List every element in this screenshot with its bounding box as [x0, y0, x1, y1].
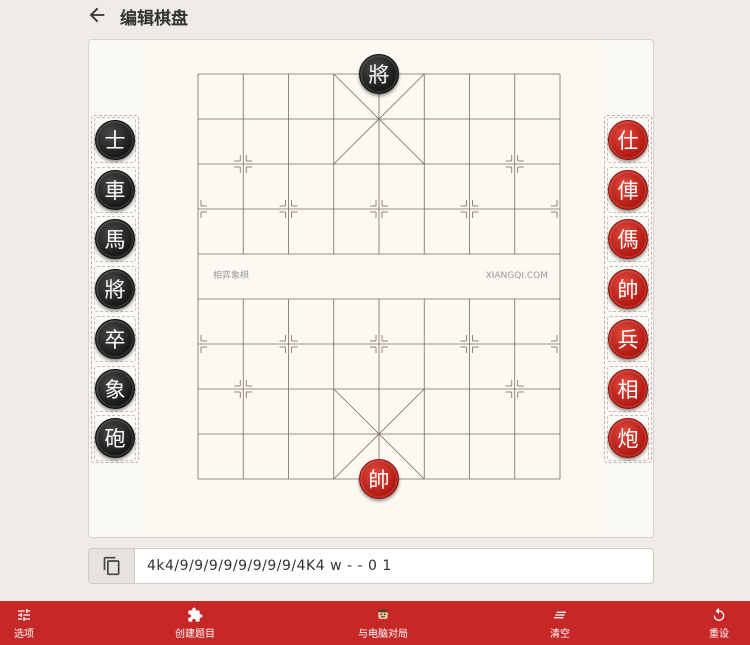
tray-slot: 砲 — [94, 415, 136, 462]
options-label: 选项 — [14, 628, 34, 640]
tray-slot: 傌 — [607, 216, 649, 263]
board-panel: 相弈象棋 XIANGQI.COM 將帥 — [88, 39, 654, 538]
tray-slot: 象 — [94, 365, 136, 412]
tray-slot: 仕 — [607, 117, 649, 163]
tray-slot: 馬 — [94, 216, 136, 263]
tray-piece-red[interactable]: 炮 — [608, 418, 648, 459]
tray-slot: 相 — [607, 365, 649, 412]
watermark-right: XIANGQI.COM — [486, 271, 548, 281]
tray-slot: 將 — [94, 266, 136, 313]
tray-piece-red[interactable]: 傌 — [608, 219, 648, 260]
tray-piece-red[interactable]: 仕 — [608, 120, 648, 160]
fen-bar — [88, 548, 654, 584]
back-arrow-icon[interactable] — [86, 4, 108, 26]
bottom-toolbar: 选项 创建题目 与电脑对局 清空 重设 — [0, 601, 750, 645]
tray-piece-red[interactable]: 帥 — [608, 269, 648, 310]
create-puzzle-button[interactable]: 创建题目 — [168, 601, 222, 645]
board-piece-black[interactable]: 將 — [359, 54, 399, 94]
options-button[interactable]: 选项 — [8, 601, 40, 645]
tray-piece-black[interactable]: 象 — [95, 368, 135, 409]
tray-slot: 車 — [94, 166, 136, 213]
page-title: 编辑棋盘 — [120, 9, 188, 29]
tray-slot: 士 — [94, 117, 136, 163]
copy-button[interactable] — [89, 549, 135, 583]
tray-piece-red[interactable]: 兵 — [608, 318, 648, 359]
reset-label: 重设 — [709, 628, 729, 640]
red-piece-tray: 仕俥傌帥兵相炮 — [604, 115, 652, 463]
watermark-left: 相弈象棋 — [213, 269, 249, 281]
tray-piece-black[interactable]: 將 — [95, 269, 135, 310]
header: 编辑棋盘 — [0, 0, 750, 32]
puzzle-icon — [188, 607, 203, 622]
board-piece-red[interactable]: 帥 — [359, 459, 399, 499]
tray-slot: 炮 — [607, 415, 649, 462]
undo-icon — [713, 607, 725, 621]
tray-slot: 帥 — [607, 266, 649, 313]
clear-label: 清空 — [550, 628, 570, 640]
fen-input[interactable] — [147, 549, 637, 583]
reset-button[interactable]: 重设 — [704, 601, 734, 645]
tray-piece-red[interactable]: 俥 — [608, 169, 648, 210]
black-piece-tray: 士車馬將卒象砲 — [91, 115, 139, 463]
tray-slot: 俥 — [607, 166, 649, 213]
tray-piece-black[interactable]: 士 — [95, 120, 135, 160]
tray-piece-black[interactable]: 砲 — [95, 418, 135, 459]
robot-face-icon — [378, 609, 388, 619]
tray-slot: 兵 — [607, 315, 649, 362]
sliders-icon — [18, 608, 30, 621]
vs-computer-label: 与电脑对局 — [358, 628, 408, 640]
tray-piece-black[interactable]: 馬 — [95, 219, 135, 260]
tray-piece-red[interactable]: 相 — [608, 368, 648, 409]
tray-piece-black[interactable]: 車 — [95, 169, 135, 210]
clear-lines-icon — [554, 611, 566, 618]
create-puzzle-label: 创建题目 — [175, 628, 215, 640]
xiangqi-board[interactable]: 相弈象棋 XIANGQI.COM 將帥 — [143, 42, 602, 537]
clear-button[interactable]: 清空 — [545, 601, 575, 645]
tray-slot: 卒 — [94, 315, 136, 362]
copy-icon — [103, 556, 119, 576]
vs-computer-button[interactable]: 与电脑对局 — [350, 601, 416, 645]
tray-piece-black[interactable]: 卒 — [95, 318, 135, 359]
